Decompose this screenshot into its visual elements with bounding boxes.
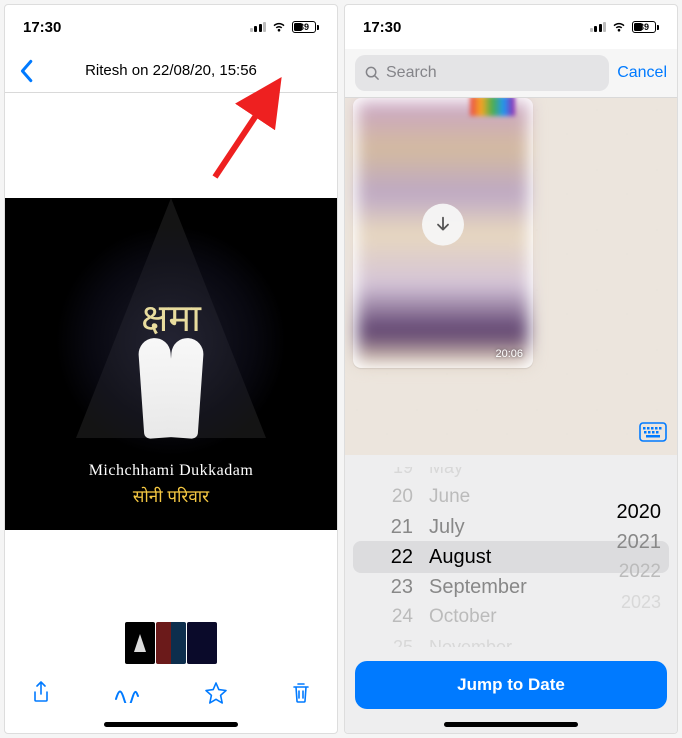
- search-placeholder: Search: [386, 64, 437, 82]
- jump-to-date-button[interactable]: Jump to Date: [355, 661, 667, 709]
- picker-month-column[interactable]: May June July August September October N…: [423, 467, 587, 647]
- picker-year-column[interactable]: 2020 2021 2022 2023: [587, 467, 677, 647]
- status-indicators: 39: [590, 21, 660, 33]
- wifi-icon: [271, 21, 287, 33]
- cellular-signal-icon: [250, 22, 267, 32]
- home-indicator[interactable]: [444, 722, 578, 727]
- picker-day-column[interactable]: 19 20 21 22 23 24 25: [345, 467, 423, 647]
- search-row: Search Cancel: [345, 49, 677, 98]
- message-bubble[interactable]: 20:06: [353, 98, 533, 368]
- picker-wheels[interactable]: 19 20 21 22 23 24 25 May June July Augus: [345, 467, 677, 647]
- markup-icon[interactable]: [114, 683, 140, 708]
- image-viewer: क्षमा Michchhami Dukkadam सोनी परिवार: [5, 93, 337, 615]
- star-icon[interactable]: [204, 681, 228, 710]
- chat-area[interactable]: 20:06: [345, 98, 677, 455]
- status-bar: 17:30 39: [5, 5, 337, 49]
- home-indicator[interactable]: [104, 722, 238, 727]
- cancel-button[interactable]: Cancel: [617, 64, 667, 82]
- back-button[interactable]: [17, 59, 35, 83]
- image-text-line2: सोनी परिवार: [133, 484, 209, 507]
- wifi-icon: [611, 21, 627, 33]
- date-picker: 19 20 21 22 23 24 25 May June July Augus: [345, 455, 677, 733]
- battery-icon: 39: [292, 21, 319, 33]
- battery-icon: 39: [632, 21, 659, 33]
- status-time: 17:30: [363, 19, 401, 36]
- share-icon[interactable]: [31, 681, 51, 710]
- image-text-line1: Michchhami Dukkadam: [89, 462, 254, 480]
- phone-left: 17:30 39 Ritesh on 22/08/20, 15:56 क्षमा: [4, 4, 338, 734]
- keyboard-toggle-icon[interactable]: [639, 422, 667, 447]
- thumbnail[interactable]: [156, 622, 186, 664]
- search-input[interactable]: Search: [355, 55, 609, 91]
- phone-right: 17:30 39 Search Cancel: [344, 4, 678, 734]
- nav-header: Ritesh on 22/08/20, 15:56: [5, 49, 337, 93]
- page-title: Ritesh on 22/08/20, 15:56: [5, 62, 337, 79]
- status-bar: 17:30 39: [345, 5, 677, 49]
- cellular-signal-icon: [590, 22, 607, 32]
- thumbnail[interactable]: [187, 622, 217, 664]
- bottom-toolbar: [5, 671, 337, 719]
- trash-icon[interactable]: [291, 681, 311, 710]
- thumbnail-strip: [5, 615, 337, 671]
- download-button[interactable]: [422, 204, 464, 246]
- search-icon: [365, 66, 380, 81]
- status-time: 17:30: [23, 19, 61, 36]
- thumbnail[interactable]: [125, 622, 155, 664]
- status-indicators: 39: [250, 21, 320, 33]
- media-image[interactable]: क्षमा Michchhami Dukkadam सोनी परिवार: [5, 198, 337, 530]
- message-timestamp: 20:06: [495, 348, 523, 360]
